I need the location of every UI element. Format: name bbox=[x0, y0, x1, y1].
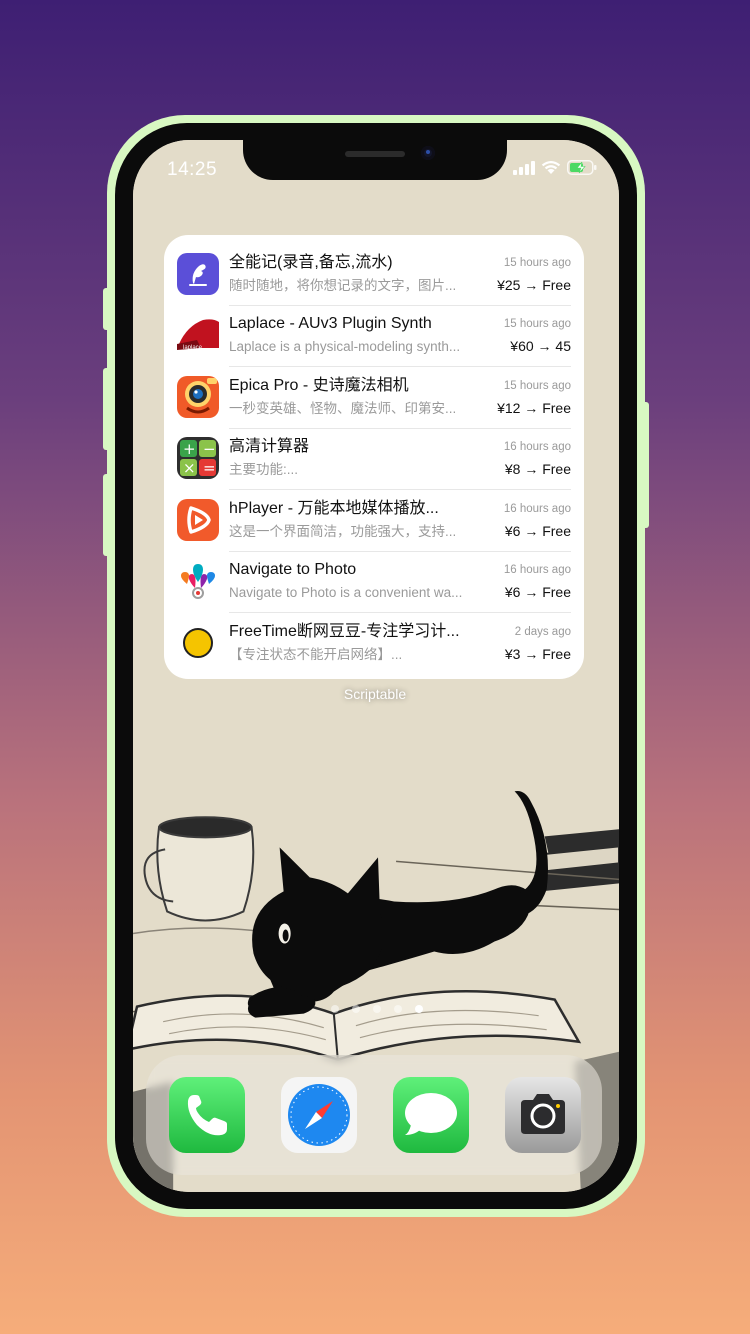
play-icon bbox=[177, 498, 219, 541]
app-name: Epica Pro - 史诗魔法相机 bbox=[229, 376, 409, 394]
price-change: ¥6 → Free bbox=[504, 522, 571, 539]
list-item[interactable]: Navigate to Photo Navigate to Photo is a… bbox=[177, 550, 571, 613]
time-ago: 16 hours ago bbox=[503, 564, 571, 577]
camera-lens-icon bbox=[177, 375, 219, 418]
front-camera bbox=[421, 146, 435, 160]
price-change: ¥3 → Free bbox=[504, 645, 571, 662]
calculator-icon: + − × = bbox=[177, 437, 219, 480]
app-name: FreeTime断网豆豆-专注学习计... bbox=[229, 622, 460, 640]
time-ago: 16 hours ago bbox=[503, 441, 571, 454]
messages-icon[interactable] bbox=[393, 1077, 469, 1153]
widget-label: Scriptable bbox=[343, 686, 407, 702]
safari-icon[interactable] bbox=[281, 1077, 357, 1153]
price-change: ¥6 → Free bbox=[504, 584, 571, 601]
svg-text:laplace: laplace bbox=[183, 345, 203, 351]
camera-icon[interactable] bbox=[505, 1077, 581, 1153]
price-change: ¥12 → Free bbox=[497, 399, 571, 416]
svg-text:=: = bbox=[203, 459, 216, 477]
list-item[interactable]: FreeTime断网豆豆-专注学习计... 【专注状态不能开启网络】... 2 … bbox=[177, 612, 571, 674]
app-description: 这是一个界面简洁，功能强大，支持... bbox=[229, 523, 457, 539]
page-dot[interactable] bbox=[394, 1005, 402, 1013]
time-ago: 15 hours ago bbox=[503, 379, 571, 392]
app-description: Navigate to Photo is a convenient wa... bbox=[229, 585, 463, 601]
list-item[interactable]: Epica Pro - 史诗魔法相机 一秒变英雄、怪物、魔法师、印第安... 1… bbox=[177, 366, 571, 428]
list-item[interactable]: 全能记(录音,备忘,流水) 随时随地，将你想记录的文字，图片... 15 hou… bbox=[177, 243, 571, 305]
earpiece-speaker bbox=[345, 151, 405, 157]
app-name: Navigate to Photo bbox=[229, 561, 357, 579]
scriptable-widget[interactable]: 全能记(录音,备忘,流水) 随时随地，将你想记录的文字，图片... 15 hou… bbox=[164, 235, 584, 679]
list-item[interactable]: + − × = 高清计算器 主要功能:... 16 hours ago ¥8 → Fr… bbox=[177, 427, 571, 490]
time-ago: 16 hours ago bbox=[503, 502, 571, 515]
app-description: 【专注状态不能开启网络】... bbox=[229, 646, 403, 662]
price-change: ¥8 → Free bbox=[504, 461, 571, 478]
laplace-logo-icon: laplace bbox=[177, 314, 219, 357]
app-description: Laplace is a physical-modeling synth... bbox=[229, 339, 461, 355]
battery-charging-icon bbox=[567, 160, 597, 175]
svg-text:+: + bbox=[183, 440, 196, 458]
page-indicator[interactable] bbox=[331, 1005, 423, 1013]
app-description: 随时随地，将你想记录的文字，图片... bbox=[229, 277, 457, 293]
phone-bezel: 14:25 全能记(录音,备忘,流水) 随时随地，将你想记录的文字，图片... … bbox=[115, 123, 637, 1209]
price-change: ¥60 → 45 bbox=[510, 338, 571, 355]
map-pins-icon bbox=[177, 560, 219, 603]
time-ago: 2 days ago bbox=[514, 625, 571, 638]
cellular-signal-icon bbox=[513, 160, 535, 175]
wifi-icon bbox=[541, 161, 561, 174]
status-time: 14:25 bbox=[167, 159, 218, 180]
phone-frame: 14:25 全能记(录音,备忘,流水) 随时随地，将你想记录的文字，图片... … bbox=[107, 115, 645, 1217]
page-dot[interactable] bbox=[352, 1005, 360, 1013]
app-name: 全能记(录音,备忘,流水) bbox=[229, 253, 393, 271]
app-name: hPlayer - 万能本地媒体播放... bbox=[229, 499, 439, 517]
phone-icon[interactable] bbox=[169, 1077, 245, 1153]
price-change: ¥25 → Free bbox=[497, 276, 571, 293]
svg-text:×: × bbox=[183, 459, 196, 477]
notch bbox=[243, 140, 507, 180]
dock bbox=[146, 1055, 602, 1175]
page-dot-active[interactable] bbox=[415, 1005, 423, 1013]
app-name: Laplace - AUv3 Plugin Synth bbox=[229, 315, 432, 333]
time-ago: 15 hours ago bbox=[503, 256, 571, 269]
yellow-dot-icon bbox=[177, 621, 219, 664]
page-dot[interactable] bbox=[373, 1005, 381, 1013]
page-dot[interactable] bbox=[331, 1005, 339, 1013]
app-description: 一秒变英雄、怪物、魔法师、印第安... bbox=[229, 400, 457, 416]
status-icons bbox=[513, 160, 597, 175]
list-item[interactable]: hPlayer - 万能本地媒体播放... 这是一个界面简洁，功能强大，支持..… bbox=[177, 489, 571, 551]
svg-text:−: − bbox=[203, 440, 216, 458]
time-ago: 15 hours ago bbox=[503, 318, 571, 331]
list-item[interactable]: laplace Laplace - AUv3 Plugin Synth Lapl… bbox=[177, 304, 571, 367]
quill-icon bbox=[177, 252, 219, 295]
home-screen: 14:25 全能记(录音,备忘,流水) 随时随地，将你想记录的文字，图片... … bbox=[133, 140, 619, 1192]
app-description: 主要功能:... bbox=[229, 462, 299, 478]
app-name: 高清计算器 bbox=[229, 438, 310, 456]
